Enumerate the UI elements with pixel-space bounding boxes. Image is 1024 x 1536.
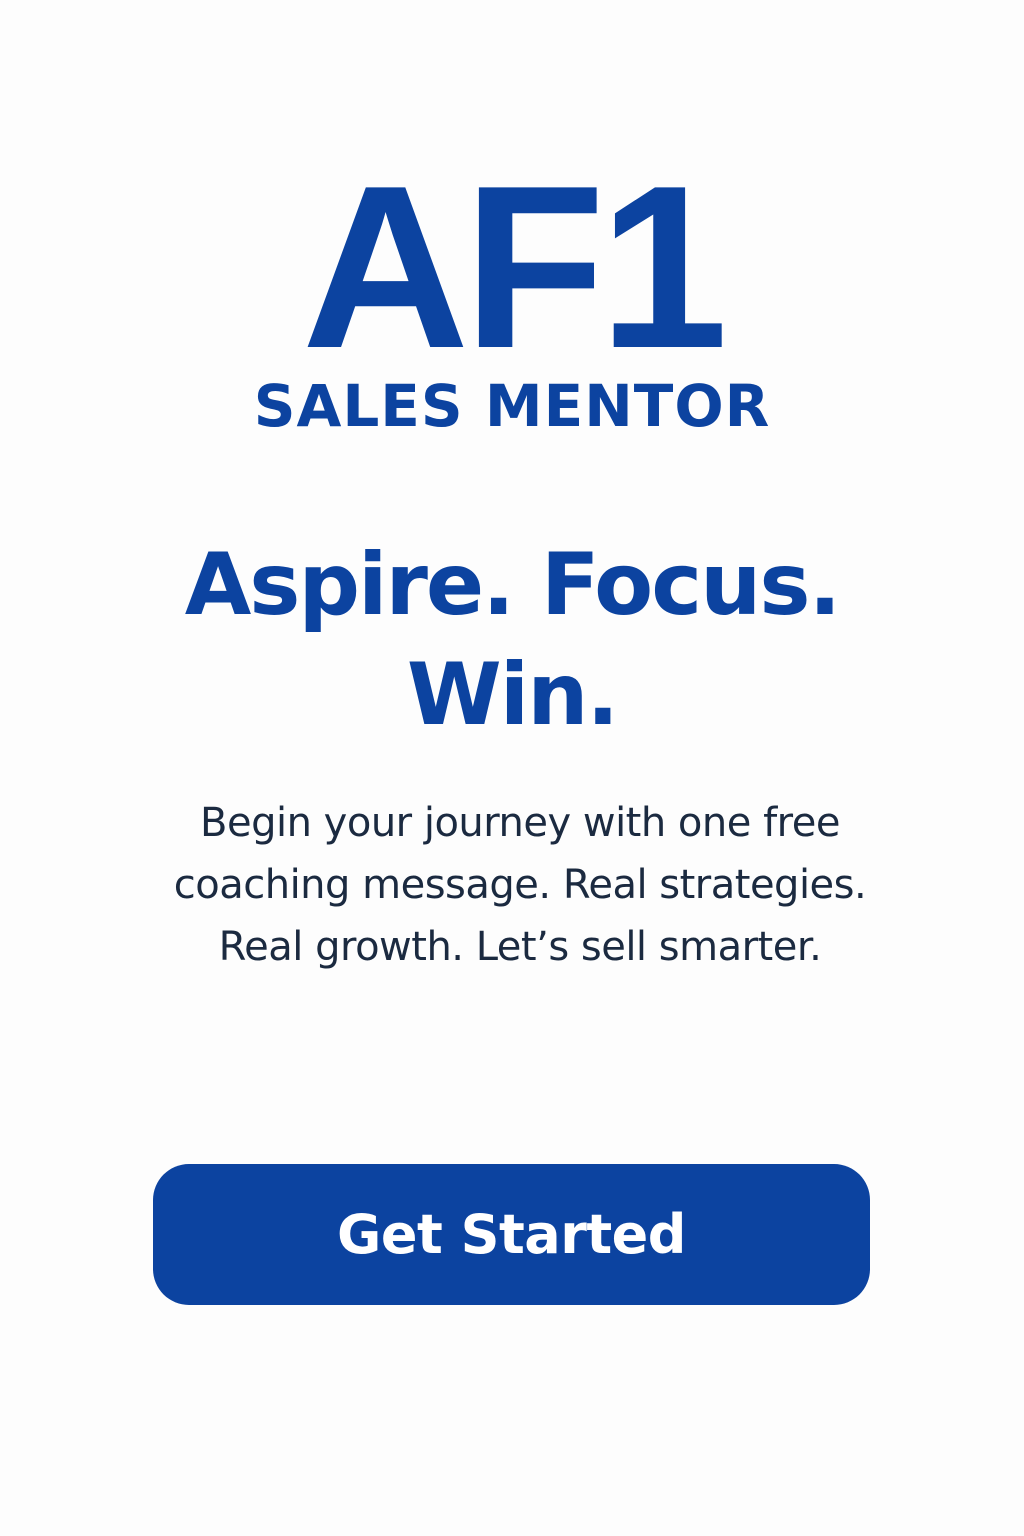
hero-description: Begin your journey with one free coachin… [140,792,900,978]
description-line-3: Real growth. Let’s sell smarter. [218,924,822,970]
description-line-2: coaching message. Real strategies. [173,862,867,908]
headline-line-1: Aspire. Focus. [184,535,842,635]
get-started-button[interactable]: Get Started [153,1164,870,1305]
brand-subtitle: SALES MENTOR [253,372,771,440]
hero-headline: Aspire. Focus. Win. [100,530,924,750]
get-started-label: Get Started [337,1203,686,1266]
headline-line-2: Win. [406,645,619,745]
brand-logo: AF1 [301,138,728,397]
onboarding-screen: AF1 SALES MENTOR Aspire. Focus. Win. Beg… [0,0,1024,1536]
description-line-1: Begin your journey with one free [200,800,840,846]
